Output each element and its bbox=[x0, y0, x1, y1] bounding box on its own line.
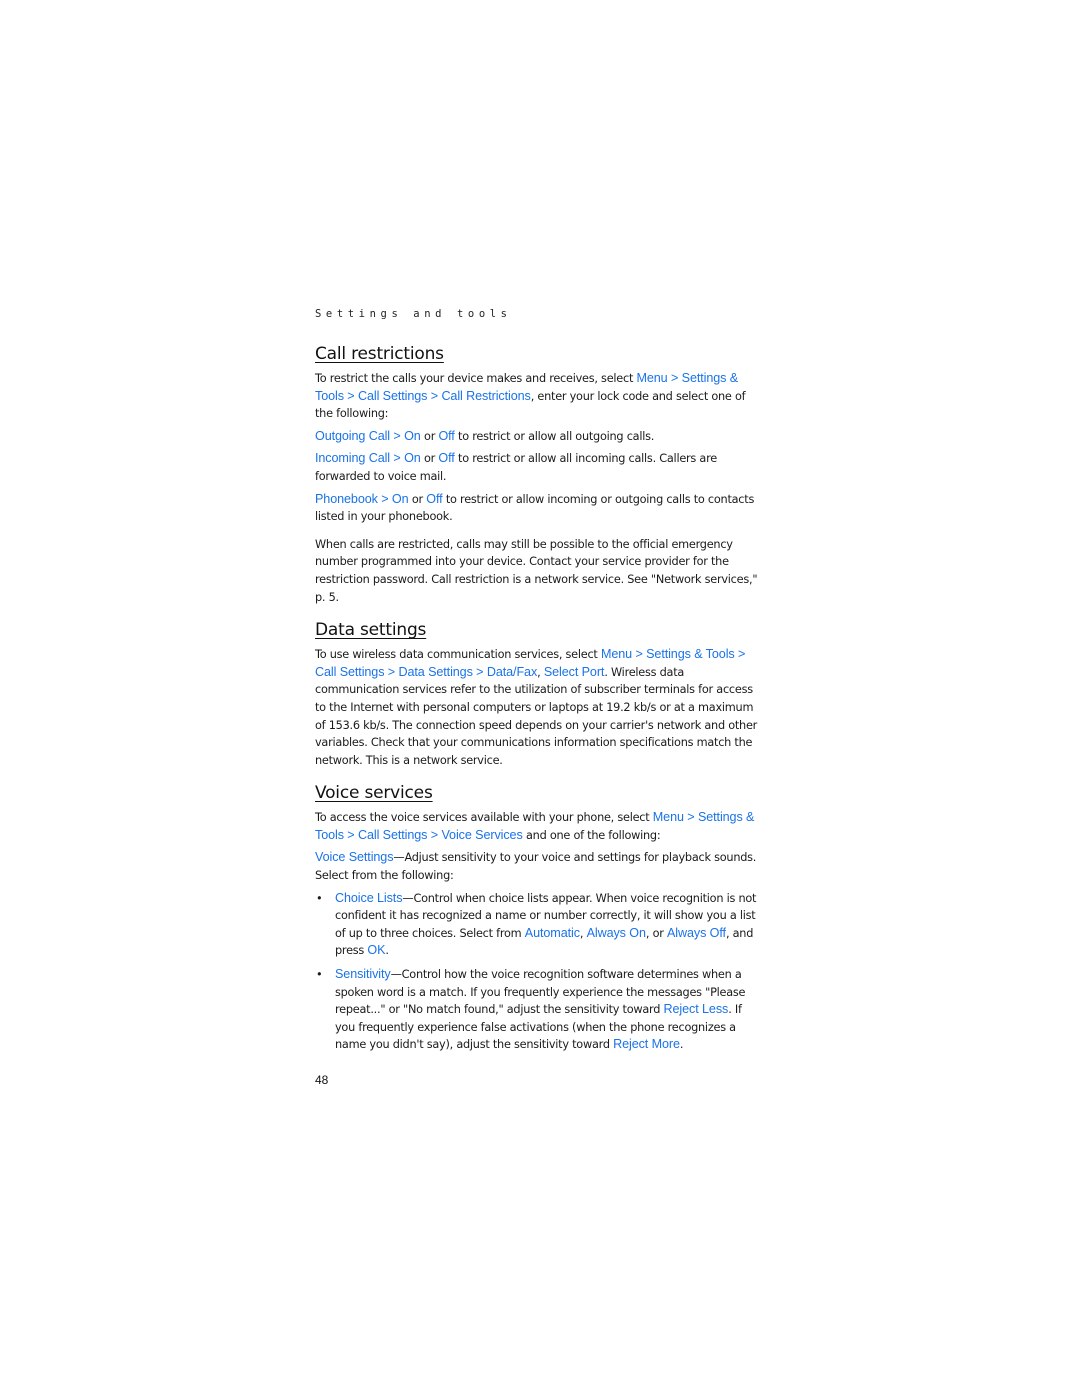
path-separator: > bbox=[390, 428, 405, 443]
path-separator: > bbox=[427, 388, 442, 403]
menu-path-call-settings: Call Settings bbox=[315, 664, 385, 679]
text: , or bbox=[645, 926, 667, 940]
path-separator: > bbox=[734, 647, 746, 662]
option-name: Outgoing Call bbox=[315, 428, 391, 443]
section-title-data-settings: Data settings bbox=[315, 620, 427, 641]
path-separator: > bbox=[343, 388, 358, 403]
section-title-call-restrictions: Call restrictions bbox=[315, 344, 444, 364]
call-restrictions-intro: To restrict the calls your device makes … bbox=[315, 370, 760, 423]
option-reject-less: Reject Less bbox=[663, 1002, 729, 1017]
menu-path-settings-tools: Settings & Tools bbox=[646, 647, 735, 662]
option-on: On bbox=[391, 491, 409, 506]
option-name: Incoming Call bbox=[315, 451, 390, 466]
option-automatic: Automatic bbox=[524, 925, 580, 940]
text: or bbox=[420, 429, 439, 443]
page-number: 48 bbox=[315, 1073, 329, 1087]
option-on: On bbox=[404, 451, 421, 466]
menu-path-call-restrictions: Call Restrictions bbox=[441, 388, 531, 403]
path-separator: > bbox=[427, 827, 442, 842]
document-page: Settings and tools Call restrictions To … bbox=[315, 308, 760, 1059]
section-title-voice-services: Voice services bbox=[315, 783, 433, 804]
menu-path-menu: Menu bbox=[600, 647, 633, 662]
text: and one of the following: bbox=[522, 828, 661, 842]
menu-path-call-settings: Call Settings bbox=[357, 388, 428, 403]
option-desc: to restrict or allow all outgoing calls. bbox=[454, 429, 655, 443]
text: . bbox=[679, 1038, 684, 1052]
call-restrictions-note: When calls are restricted, calls may sti… bbox=[315, 537, 758, 604]
option-reject-more: Reject More bbox=[613, 1037, 680, 1052]
option-name: Sensitivity bbox=[335, 967, 391, 982]
text: To restrict the calls your device makes … bbox=[315, 372, 637, 385]
option-incoming-call: Incoming Call > On or Off to restrict or… bbox=[315, 450, 760, 485]
running-head: Settings and tools bbox=[315, 308, 512, 320]
text: To use wireless data communication servi… bbox=[315, 648, 601, 662]
voice-services-intro: To access the voice services available w… bbox=[315, 809, 760, 844]
list-item-choice-lists: • Choice Lists—Control when choice lists … bbox=[315, 890, 760, 960]
menu-path-data-fax: Data/Fax bbox=[486, 664, 538, 679]
option-voice-settings: Voice Settings—Adjust sensitivity to you… bbox=[315, 849, 760, 884]
option-outgoing-call: Outgoing Call > On or Off to restrict or… bbox=[315, 428, 760, 446]
text: . Wireless data communication services r… bbox=[315, 665, 758, 767]
path-separator: > bbox=[390, 451, 405, 466]
text: , bbox=[537, 665, 544, 679]
option-name: Phonebook bbox=[315, 491, 378, 506]
bullet-icon: • bbox=[316, 968, 323, 982]
text: To access the voice services available w… bbox=[315, 811, 653, 825]
section-call-restrictions: Call restrictions To restrict the calls … bbox=[315, 344, 760, 606]
option-name: Voice Settings bbox=[315, 850, 394, 865]
path-separator: > bbox=[472, 664, 487, 679]
text: , bbox=[579, 926, 587, 940]
option-ok: OK bbox=[367, 943, 386, 958]
path-separator: > bbox=[343, 827, 358, 842]
option-off: Off bbox=[426, 491, 443, 506]
section-voice-services: Voice services To access the voice servi… bbox=[315, 783, 760, 1054]
option-always-off: Always Off bbox=[666, 925, 726, 940]
menu-path-voice-services: Voice Services bbox=[441, 827, 523, 842]
voice-settings-list: • Choice Lists—Control when choice lists … bbox=[315, 890, 760, 1054]
path-separator: > bbox=[377, 491, 392, 506]
option-on: On bbox=[404, 428, 421, 443]
text: or bbox=[420, 452, 439, 466]
option-name: Choice Lists bbox=[335, 890, 403, 905]
menu-path-call-settings: Call Settings bbox=[357, 827, 428, 842]
bullet-icon: • bbox=[316, 891, 323, 905]
option-off: Off bbox=[438, 451, 455, 466]
path-separator: > bbox=[632, 647, 647, 662]
path-separator: > bbox=[683, 810, 698, 825]
data-settings-body: To use wireless data communication servi… bbox=[315, 646, 760, 769]
menu-path-data-settings: Data Settings bbox=[398, 664, 473, 679]
menu-path-select-port: Select Port bbox=[543, 664, 605, 679]
text: or bbox=[408, 492, 427, 506]
option-phonebook: Phonebook > On or Off to restrict or all… bbox=[315, 491, 760, 526]
text: . bbox=[385, 944, 389, 958]
section-data-settings: Data settings To use wireless data commu… bbox=[315, 620, 760, 769]
menu-path-menu: Menu bbox=[636, 371, 668, 385]
path-separator: > bbox=[667, 371, 682, 385]
option-off: Off bbox=[438, 428, 455, 443]
list-item-sensitivity: • Sensitivity—Control how the voice recog… bbox=[315, 966, 760, 1054]
path-separator: > bbox=[384, 664, 399, 679]
option-always-on: Always On bbox=[586, 925, 646, 940]
menu-path-menu: Menu bbox=[652, 810, 684, 825]
